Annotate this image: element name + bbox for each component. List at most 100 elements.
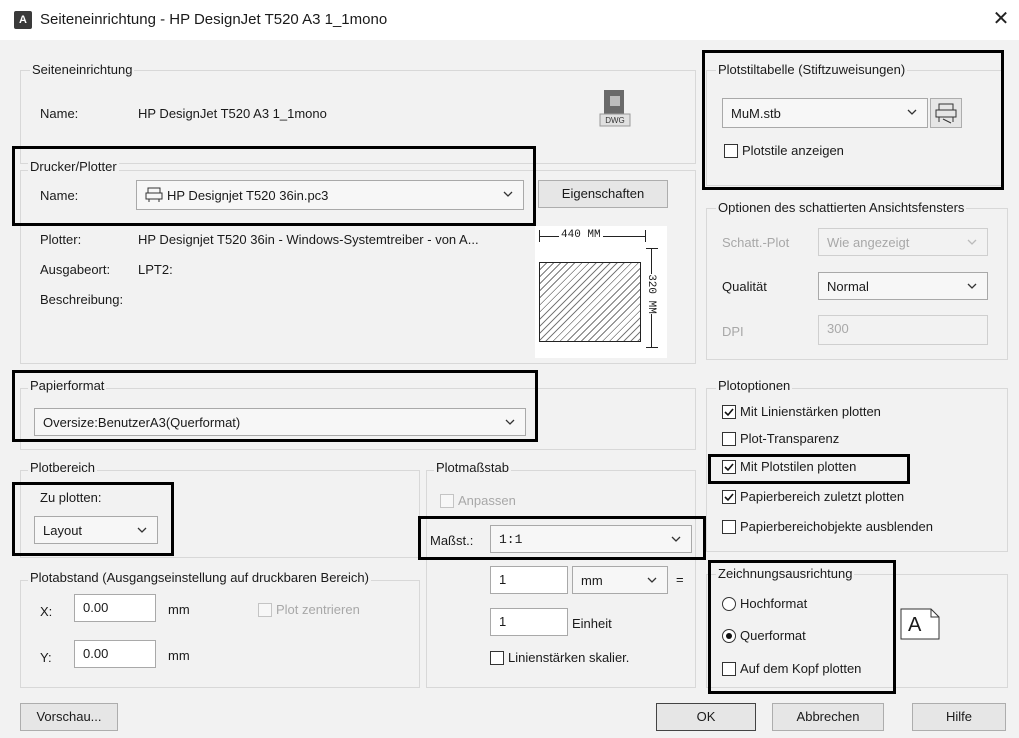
preview-height-label: 320 MM <box>645 274 657 314</box>
offset-x-value: 0.00 <box>83 600 109 615</box>
scale-value2-input[interactable]: 1 <box>490 608 568 636</box>
app-icon: A <box>14 11 32 29</box>
plot-option-label: Plot-Transparenz <box>740 431 840 446</box>
plot-option-checkbox[interactable] <box>722 405 736 419</box>
show-plot-styles-checkbox[interactable] <box>724 144 738 158</box>
scale-unit2-label: Einheit <box>572 616 612 631</box>
page-setup-group-label: Seiteneinrichtung <box>30 62 135 77</box>
portrait-label: Hochformat <box>740 596 808 611</box>
equals-sign: = <box>676 572 684 587</box>
shade-plot-label: Schatt.-Plot <box>722 235 790 250</box>
ok-button[interactable]: OK <box>656 703 756 731</box>
properties-button[interactable]: Eigenschaften <box>538 180 668 208</box>
chevron-down-icon <box>967 239 977 245</box>
checkmark-icon <box>724 408 734 417</box>
scale-select[interactable]: 1:1 <box>490 525 692 553</box>
plot-offset-group-label: Plotabstand (Ausgangseinstellung auf dru… <box>28 570 371 585</box>
page-setup-name-value: HP DesignJet T520 A3 1_1mono <box>138 106 327 121</box>
scale-value1-input[interactable]: 1 <box>490 566 568 594</box>
offset-y-value: 0.00 <box>83 646 109 661</box>
scale-value1: 1 <box>499 572 507 587</box>
scale-select-value: 1:1 <box>499 532 523 547</box>
plot-options-group-label: Plotoptionen <box>716 378 793 393</box>
output-value: LPT2: <box>138 262 173 277</box>
printer-select[interactable]: HP Designjet T520 36in.pc3 <box>136 180 524 210</box>
quality-select[interactable]: Normal <box>818 272 988 300</box>
window-title: Seiteneinrichtung - HP DesignJet T520 A3… <box>40 11 388 28</box>
paper-size-select[interactable]: Oversize:BenutzerA3(Querformat) <box>34 408 526 436</box>
show-plot-styles-label: Plotstile anzeigen <box>742 143 844 158</box>
scale-group-label: Plotmaßstab <box>434 460 511 475</box>
quality-value: Normal <box>827 279 869 294</box>
checkmark-icon <box>724 463 734 472</box>
center-plot-checkbox[interactable] <box>258 603 272 617</box>
dpi-label: DPI <box>722 324 744 339</box>
chevron-down-icon <box>967 283 977 289</box>
scale-unit-value: mm <box>581 573 603 588</box>
preview-button[interactable]: Vorschau... <box>20 703 118 731</box>
landscape-label: Querformat <box>740 628 806 643</box>
plot-what-select[interactable]: Layout <box>34 516 158 544</box>
plot-option-label: Papierbereichobjekte ausblenden <box>740 519 933 534</box>
output-label: Ausgabeort: <box>40 262 111 277</box>
plotter-label: Plotter: <box>40 232 82 247</box>
landscape-radio[interactable] <box>722 629 736 643</box>
fit-checkbox[interactable] <box>440 494 454 508</box>
dpi-input[interactable]: 300 <box>818 315 988 345</box>
upside-down-checkbox[interactable] <box>722 662 736 676</box>
chevron-down-icon <box>503 191 513 197</box>
scale-unit-select[interactable]: mm <box>572 566 668 594</box>
orientation-group-label: Zeichnungsausrichtung <box>716 566 855 581</box>
checkmark-icon <box>724 493 734 502</box>
dwg-icon: DWG <box>598 88 632 128</box>
chevron-down-icon <box>647 577 657 583</box>
paper-size-value: Oversize:BenutzerA3(Querformat) <box>43 415 241 430</box>
orientation-preview-icon: A <box>900 608 940 640</box>
plot-option-checkbox[interactable] <box>722 432 736 446</box>
plot-style-select[interactable]: MuM.stb <box>722 98 928 128</box>
printer-name-label: Name: <box>40 188 79 203</box>
chevron-down-icon <box>671 536 681 542</box>
upside-down-label: Auf dem Kopf plotten <box>740 661 862 676</box>
portrait-radio[interactable] <box>722 597 736 611</box>
plot-option-checkbox[interactable] <box>722 460 736 474</box>
paper-preview: 440 MM 320 MM <box>535 226 667 358</box>
plotter-value: HP Designjet T520 36in - Windows-Systemt… <box>138 232 479 247</box>
help-button[interactable]: Hilfe <box>912 703 1006 731</box>
preview-paper <box>539 262 641 342</box>
preview-width-label: 440 MM <box>559 229 603 241</box>
plot-option-label: Mit Linienstärken plotten <box>740 404 881 419</box>
svg-text:DWG: DWG <box>605 116 625 125</box>
offset-y-input[interactable]: 0.00 <box>74 640 156 668</box>
dpi-value: 300 <box>827 321 849 336</box>
page-setup-name-label: Name: <box>40 106 79 121</box>
scale-lineweights-checkbox[interactable] <box>490 651 504 665</box>
cancel-button[interactable]: Abbrechen <box>772 703 884 731</box>
shaded-viewport-group-label: Optionen des schattierten Ansichtsfenste… <box>716 200 967 215</box>
plot-option-label: Papierbereich zuletzt plotten <box>740 489 905 504</box>
fit-label: Anpassen <box>458 493 516 508</box>
printer-select-value: HP Designjet T520 36in.pc3 <box>167 188 329 203</box>
offset-y-unit: mm <box>168 648 190 663</box>
center-plot-label: Plot zentrieren <box>276 602 360 617</box>
plot-option-checkbox[interactable] <box>722 520 736 534</box>
plotter-icon <box>145 187 163 203</box>
scale-lineweights-label: Linienstärken skalier. <box>508 650 630 665</box>
quality-label: Qualität <box>722 279 767 294</box>
shade-plot-select[interactable]: Wie angezeigt <box>818 228 988 256</box>
page-setup-group <box>20 70 696 164</box>
scale-value2: 1 <box>499 614 507 629</box>
plot-what-value: Layout <box>43 523 83 538</box>
description-label: Beschreibung: <box>40 292 124 307</box>
chevron-down-icon <box>505 419 515 425</box>
plot-area-group <box>20 470 420 558</box>
plot-option-label: Mit Plotstilen plotten <box>740 459 857 474</box>
plot-option-checkbox[interactable] <box>722 490 736 504</box>
close-icon[interactable]: ✕ <box>989 6 1013 32</box>
shade-plot-value: Wie angezeigt <box>827 235 910 250</box>
printer-group-label: Drucker/Plotter <box>28 159 119 174</box>
plot-area-group-label: Plotbereich <box>28 460 98 475</box>
offset-x-input[interactable]: 0.00 <box>74 594 156 622</box>
edit-plot-style-icon[interactable] <box>930 98 962 128</box>
offset-x-unit: mm <box>168 602 190 617</box>
